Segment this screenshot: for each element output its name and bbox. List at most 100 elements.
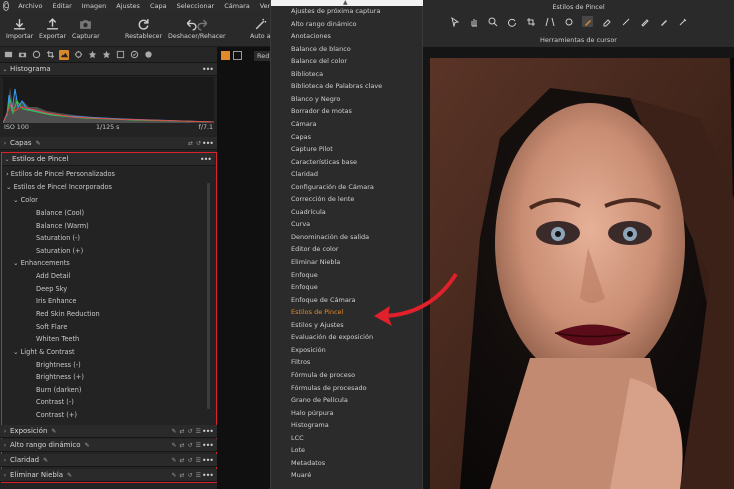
list-item[interactable]: Brightness (-) [36,359,81,371]
menu-editar[interactable]: Editar [48,2,77,10]
dropdown-item[interactable]: Halo púrpura [271,407,424,420]
more-options-icon[interactable]: ••• [202,139,214,148]
image-viewer[interactable] [423,47,734,489]
dropdown-item[interactable]: Anotaciones [271,30,424,43]
dropdown-item[interactable]: Fórmulas de procesado [271,382,424,395]
menu-camara[interactable]: Cámara [219,2,255,10]
auto-adjust-button[interactable]: Auto a [250,15,270,40]
dropdown-item[interactable]: Exposición [271,344,424,357]
capture-button[interactable]: Capturar [72,15,100,40]
crop-tab-icon[interactable] [45,50,55,60]
menu-seleccionar[interactable]: Seleccionar [172,2,220,10]
tree-group-color[interactable]: ⌄ Color [13,194,38,206]
tree-group-light-contrast[interactable]: ⌄ Light & Contrast [13,346,75,358]
annotate-icon[interactable] [677,16,688,27]
eraser-icon[interactable] [601,16,612,27]
details-tab-icon[interactable] [87,50,97,60]
dropdown-item[interactable]: Balance del color [271,55,424,68]
tree-scrollbar[interactable] [207,183,210,409]
import-button[interactable]: Importar [6,15,33,40]
brush-styles-header[interactable]: ⌄ Estilos de Pincel ••• [2,153,215,166]
edit-icon[interactable]: ✎ [172,457,177,464]
pen-icon[interactable] [639,16,650,27]
more-options-icon[interactable]: ••• [202,65,214,74]
reset-small-icon[interactable]: ↺ [188,442,193,449]
output-tab-icon[interactable] [129,50,139,60]
list-item[interactable]: Add Detail [36,270,70,282]
dropdown-item[interactable]: Configuración de Cámara [271,181,424,194]
dropdown-item[interactable]: Metadatos [271,457,424,470]
brush-tool-icon[interactable] [582,16,593,27]
list-item[interactable]: Red Skin Reduction [36,308,100,320]
rotate-icon[interactable] [506,16,517,27]
dropdown-item[interactable]: Borrador de motas [271,105,424,118]
dropdown-item[interactable]: Denominación de salida [271,231,424,244]
reset-small-icon[interactable]: ↺ [188,457,193,464]
list-item[interactable]: Balance (Cool) [36,207,84,219]
copy-arrows-icon[interactable]: ⇄ [180,457,185,464]
single-view-icon[interactable] [233,51,242,60]
dropdown-item[interactable]: Características base [271,156,424,169]
reset-button[interactable]: Restablecer [125,15,162,40]
color-tab-icon[interactable] [73,50,83,60]
dropdown-item[interactable]: LCC [271,432,424,445]
dropdown-item[interactable]: Cuadrícula [271,206,424,219]
more-options-icon[interactable]: ••• [202,441,214,450]
list-item[interactable]: Deep Sky [36,283,67,295]
copy-arrows-icon[interactable]: ⇄ [188,140,193,147]
menu-capa[interactable]: Capa [145,2,172,10]
preset-icon[interactable]: ☰ [196,442,201,449]
hdr-header[interactable]: › Alto rango dinámico ✎ ✎ ⇄ ↺ ☰ ••• [0,439,217,452]
zoom-icon[interactable] [487,16,498,27]
exposure-tab-icon[interactable] [59,49,69,60]
exposure-header[interactable]: › Exposición ✎ ✎ ⇄ ↺ ☰ ••• [0,425,217,438]
preset-icon[interactable]: ☰ [196,428,201,435]
crop-icon[interactable] [525,16,536,27]
tree-item-builtin-styles[interactable]: ⌄ Estilos de Pincel Incorporados [6,181,112,193]
keystone-icon[interactable] [544,16,555,27]
dropdown-item[interactable]: Cámara [271,118,424,131]
select-cursor-icon[interactable] [449,16,460,27]
menu-imagen[interactable]: Imagen [77,2,111,10]
dropdown-item[interactable]: Capture Pilot [271,143,424,156]
edit-icon[interactable]: ✎ [172,428,177,435]
dropdown-item[interactable]: Balance de blanco [271,43,424,56]
dropdown-item[interactable]: Claridad [271,168,424,181]
histogram-header[interactable]: ⌄ Histograma ••• [0,63,217,76]
batch-tab-icon[interactable] [143,50,153,60]
list-item[interactable]: Saturation (+) [36,245,83,257]
dropdown-item[interactable]: Fórmula de proceso [271,369,424,382]
list-item[interactable]: Whiten Teeth [36,333,79,345]
dropdown-item[interactable]: Lote [271,444,424,457]
dropdown-item[interactable]: Alto rango dinámico [271,18,424,31]
dehaze-header[interactable]: › Eliminar Niebla ✎ ✎ ⇄ ↺ ☰ ••• [0,469,217,482]
list-item[interactable]: Burn (darken) [36,384,81,396]
menu-archivo[interactable]: Archivo [13,2,47,10]
copy-arrows-icon[interactable]: ⇄ [180,428,185,435]
spot-icon[interactable] [563,16,574,27]
dropdown-item[interactable]: Corrección de lente [271,193,424,206]
dropdown-item[interactable]: Grano de Película [271,394,424,407]
list-item[interactable]: Contrast (-) [36,396,74,408]
export-button[interactable]: Exportar [39,15,66,40]
dropdown-item[interactable]: Editor de color [271,243,424,256]
copy-arrows-icon[interactable]: ⇄ [180,442,185,449]
dropdown-item[interactable]: Blanco y Negro [271,93,424,106]
gradient-icon[interactable] [620,16,631,27]
list-item[interactable]: Iris Enhance [36,295,76,307]
dropdown-item[interactable]: Filtros [271,356,424,369]
adjustments-tab-icon[interactable] [101,50,111,60]
edit-icon[interactable]: ✎ [172,472,177,479]
more-options-icon[interactable]: ••• [202,427,214,436]
reset-small-icon[interactable]: ↺ [196,140,201,147]
dropdown-item[interactable]: Capas [271,131,424,144]
preset-icon[interactable]: ☰ [196,457,201,464]
picker-icon[interactable] [658,16,669,27]
list-item[interactable]: Contrast (+) [36,409,77,421]
list-item[interactable]: Brightness (+) [36,371,84,383]
menu-ajustes[interactable]: Ajustes [111,2,145,10]
reset-small-icon[interactable]: ↺ [188,428,193,435]
more-options-icon[interactable]: ••• [202,456,214,465]
undo-redo-button[interactable]: Deshacer/Rehacer [168,15,226,40]
dropdown-item[interactable]: Ajustes de próxima captura [271,5,424,18]
